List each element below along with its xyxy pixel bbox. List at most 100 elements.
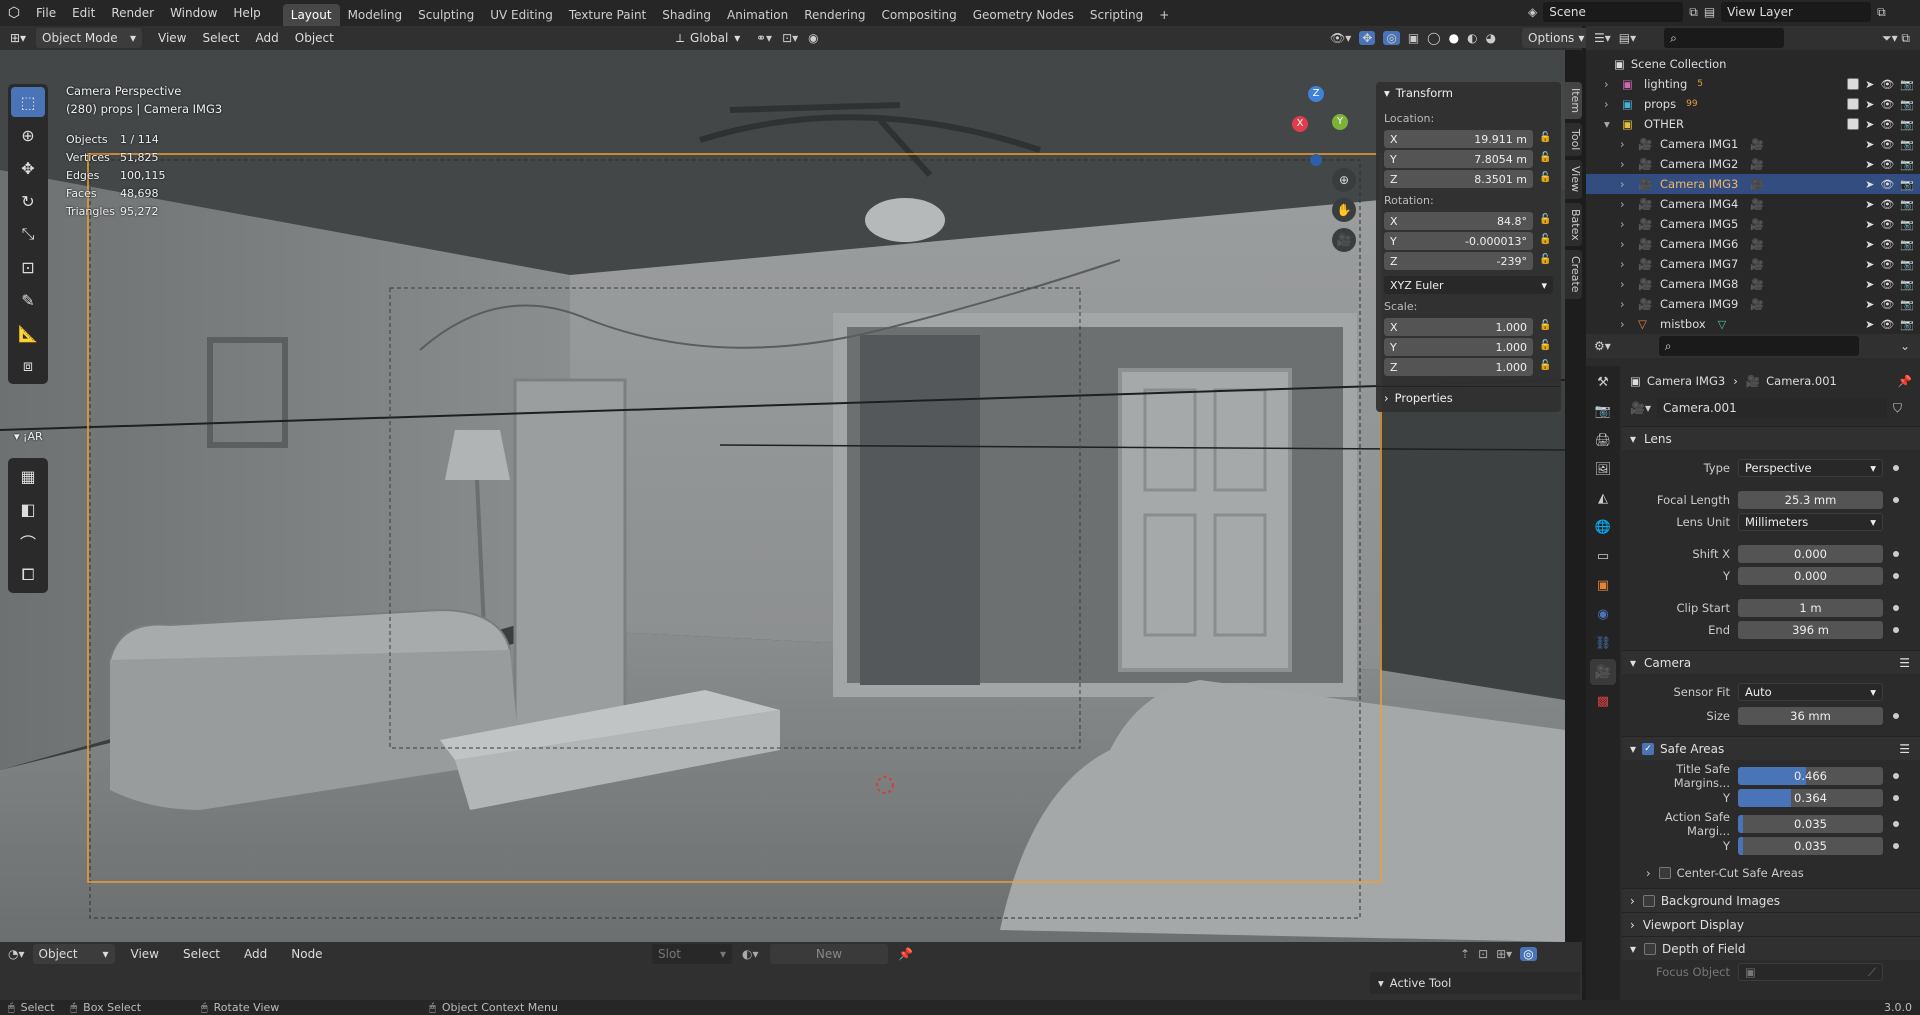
tab-create[interactable]: Create bbox=[1565, 250, 1582, 299]
child-count-badge[interactable]: 99 bbox=[1686, 99, 1697, 109]
scene-tab-icon[interactable]: ◭ bbox=[1590, 485, 1616, 511]
chevron-right-icon[interactable]: › bbox=[1620, 257, 1632, 271]
outliner-object-row[interactable]: › 🎥 Camera IMG1 🎥 ➤ 👁 📷 bbox=[1586, 134, 1920, 154]
rotation-mode-dropdown[interactable]: XYZ Euler ▾ bbox=[1384, 276, 1553, 294]
select-arrow-icon[interactable]: ➤ bbox=[1865, 218, 1874, 231]
camera-render-icon[interactable]: 📷 bbox=[1900, 198, 1914, 211]
options-button[interactable]: Options ▾ bbox=[1522, 28, 1591, 48]
keyframe-dot-icon[interactable] bbox=[1893, 465, 1899, 471]
outliner-search-input[interactable]: ⌕ bbox=[1664, 28, 1785, 48]
x-axis-icon[interactable]: X bbox=[1292, 116, 1308, 132]
mode-dropdown[interactable]: Object Mode ▾ bbox=[36, 28, 142, 48]
material-shading-icon[interactable]: ◐ bbox=[1467, 31, 1477, 45]
panel-icon[interactable]: ◧ bbox=[11, 494, 45, 524]
constraints-tab-icon[interactable]: ⛓ bbox=[1590, 630, 1616, 656]
select-arrow-icon[interactable]: ➤ bbox=[1865, 118, 1874, 131]
sensor-fit-dropdown[interactable]: Auto ▾ bbox=[1738, 683, 1883, 701]
tab-scripting[interactable]: Scripting bbox=[1082, 4, 1151, 26]
lock-icon[interactable]: 🔓 bbox=[1539, 254, 1553, 268]
tab-sculpting[interactable]: Sculpting bbox=[410, 4, 482, 26]
menu-render[interactable]: Render bbox=[103, 0, 162, 26]
zoom-icon[interactable]: ⊕ bbox=[1332, 168, 1356, 192]
lock-icon[interactable]: 🔓 bbox=[1539, 320, 1553, 334]
editor-type-icon[interactable]: ⚙▾ bbox=[1594, 339, 1611, 353]
pin-icon[interactable]: 📌 bbox=[1898, 374, 1912, 388]
keyframe-dot-icon[interactable] bbox=[1893, 713, 1899, 719]
outliner-object-row[interactable]: › 🎥 Camera IMG7 🎥 ➤ 👁 📷 bbox=[1586, 254, 1920, 274]
scale-z-field[interactable]: Z 1.000 bbox=[1384, 358, 1533, 376]
menu-help[interactable]: Help bbox=[225, 0, 268, 26]
location-y-field[interactable]: Y 7.8054 m bbox=[1384, 150, 1533, 168]
outliner-object-row[interactable]: › 🎥 Camera IMG3 🎥 ➤ 👁 📷 bbox=[1586, 174, 1920, 194]
camera-render-icon[interactable]: 📷 bbox=[1900, 278, 1914, 291]
rotation-z-field[interactable]: Z -239° bbox=[1384, 252, 1533, 270]
tool-tab-icon[interactable]: ⚒ bbox=[1590, 369, 1616, 395]
menu-window[interactable]: Window bbox=[162, 0, 225, 26]
clip-start-field[interactable]: 1 m bbox=[1738, 599, 1883, 617]
view-layer-tab-icon[interactable]: 🖼 bbox=[1590, 456, 1616, 482]
scene-collection-row[interactable]: ▣ Scene Collection bbox=[1586, 54, 1920, 74]
camera-render-icon[interactable]: 📷 bbox=[1900, 238, 1914, 251]
menu-select[interactable]: Select bbox=[175, 947, 228, 961]
camera-render-icon[interactable]: 📷 bbox=[1900, 78, 1914, 91]
rotation-y-field[interactable]: Y -0.000013° bbox=[1384, 232, 1533, 250]
select-arrow-icon[interactable]: ➤ bbox=[1865, 98, 1874, 111]
overlays-icon[interactable]: ◎ bbox=[1383, 31, 1400, 45]
overlays-icon[interactable]: ◎ bbox=[1520, 947, 1537, 961]
physics-tab-icon[interactable]: ◉ bbox=[1590, 601, 1616, 627]
select-arrow-icon[interactable]: ➤ bbox=[1865, 258, 1874, 271]
move-tool-icon[interactable]: ✥ bbox=[11, 153, 45, 183]
outliner-object-row[interactable]: › 🎥 Camera IMG5 🎥 ➤ 👁 📷 bbox=[1586, 214, 1920, 234]
action-safe-x-slider[interactable]: 0.035 bbox=[1738, 815, 1883, 833]
new-scene-icon[interactable]: ⧉ bbox=[1689, 5, 1698, 20]
eye-icon[interactable]: 👁 bbox=[1880, 98, 1894, 111]
collapsed-panel-label[interactable]: ▾ ¡AR bbox=[14, 430, 43, 443]
chevron-right-icon[interactable]: › bbox=[1620, 297, 1632, 311]
outliner-object-row[interactable]: › ▽ mistbox ▽ ➤ 👁 📷 bbox=[1586, 314, 1920, 334]
view-layer-icon[interactable]: ▤ bbox=[1704, 5, 1715, 19]
location-z-field[interactable]: Z 8.3501 m bbox=[1384, 170, 1533, 188]
scale-tool-icon[interactable]: ⤡ bbox=[11, 219, 45, 249]
eye-icon[interactable]: 👁 bbox=[1880, 158, 1894, 171]
select-arrow-icon[interactable]: ➤ bbox=[1865, 278, 1874, 291]
chevron-down-icon[interactable]: ▾ bbox=[1604, 117, 1616, 131]
parent-icon[interactable]: ⇡ bbox=[1460, 947, 1470, 961]
chevron-right-icon[interactable]: › bbox=[1620, 237, 1632, 251]
chevron-right-icon[interactable]: › bbox=[1620, 177, 1632, 191]
lock-icon[interactable]: 🔓 bbox=[1539, 152, 1553, 166]
z-axis-icon[interactable]: Z bbox=[1308, 86, 1324, 102]
wireframe-shading-icon[interactable]: ◯ bbox=[1427, 31, 1440, 45]
camera-view-icon[interactable]: 🎥 bbox=[1332, 228, 1356, 252]
lock-icon[interactable]: 🔓 bbox=[1539, 234, 1553, 248]
chevron-right-icon[interactable]: › bbox=[1604, 97, 1616, 111]
box-icon[interactable]: ⧠ bbox=[11, 560, 45, 590]
editor-type-icon[interactable]: ☰▾ bbox=[1594, 31, 1611, 45]
editor-type-icon[interactable]: ⊞▾ bbox=[0, 31, 36, 45]
viewport-display-panel-header[interactable]: › Viewport Display bbox=[1622, 912, 1920, 936]
select-arrow-icon[interactable]: ➤ bbox=[1865, 78, 1874, 91]
camera-render-icon[interactable]: 📷 bbox=[1900, 258, 1914, 271]
depth-of-field-checkbox[interactable] bbox=[1644, 942, 1657, 955]
eye-icon[interactable]: 👁 bbox=[1880, 318, 1894, 331]
camera-data-icon[interactable]: 🎥 bbox=[1750, 178, 1764, 191]
camera-data-icon[interactable]: 🎥 bbox=[1750, 158, 1764, 171]
editor-type-icon[interactable]: ◔▾ bbox=[8, 947, 25, 961]
tab-modeling[interactable]: Modeling bbox=[340, 4, 411, 26]
menu-add[interactable]: Add bbox=[236, 947, 275, 961]
lock-icon[interactable]: 🔓 bbox=[1539, 360, 1553, 374]
outliner-object-row[interactable]: › 🎥 Camera IMG8 🎥 ➤ 👁 📷 bbox=[1586, 274, 1920, 294]
visibility-icon[interactable]: 👁▾ bbox=[1330, 31, 1351, 45]
y-axis-icon[interactable]: Y bbox=[1332, 114, 1348, 130]
lock-icon[interactable]: 🔓 bbox=[1539, 132, 1553, 146]
select-arrow-icon[interactable]: ➤ bbox=[1865, 318, 1874, 331]
display-mode-icon[interactable]: ▤▾ bbox=[1619, 31, 1636, 45]
active-tool-panel[interactable]: ▾ Active Tool bbox=[1370, 972, 1580, 994]
lens-panel-header[interactable]: ▾ Lens bbox=[1622, 426, 1920, 450]
select-arrow-icon[interactable]: ➤ bbox=[1865, 178, 1874, 191]
pivot-icon[interactable]: ⚭▾ bbox=[756, 31, 772, 45]
eye-icon[interactable]: 👁 bbox=[1880, 278, 1894, 291]
cursor-tool-icon[interactable]: ⊕ bbox=[11, 120, 45, 150]
lock-icon[interactable]: 🔓 bbox=[1539, 340, 1553, 354]
menu-view[interactable]: View bbox=[150, 31, 194, 45]
orientation-dropdown[interactable]: ⟂ Global ▾ bbox=[670, 28, 750, 48]
